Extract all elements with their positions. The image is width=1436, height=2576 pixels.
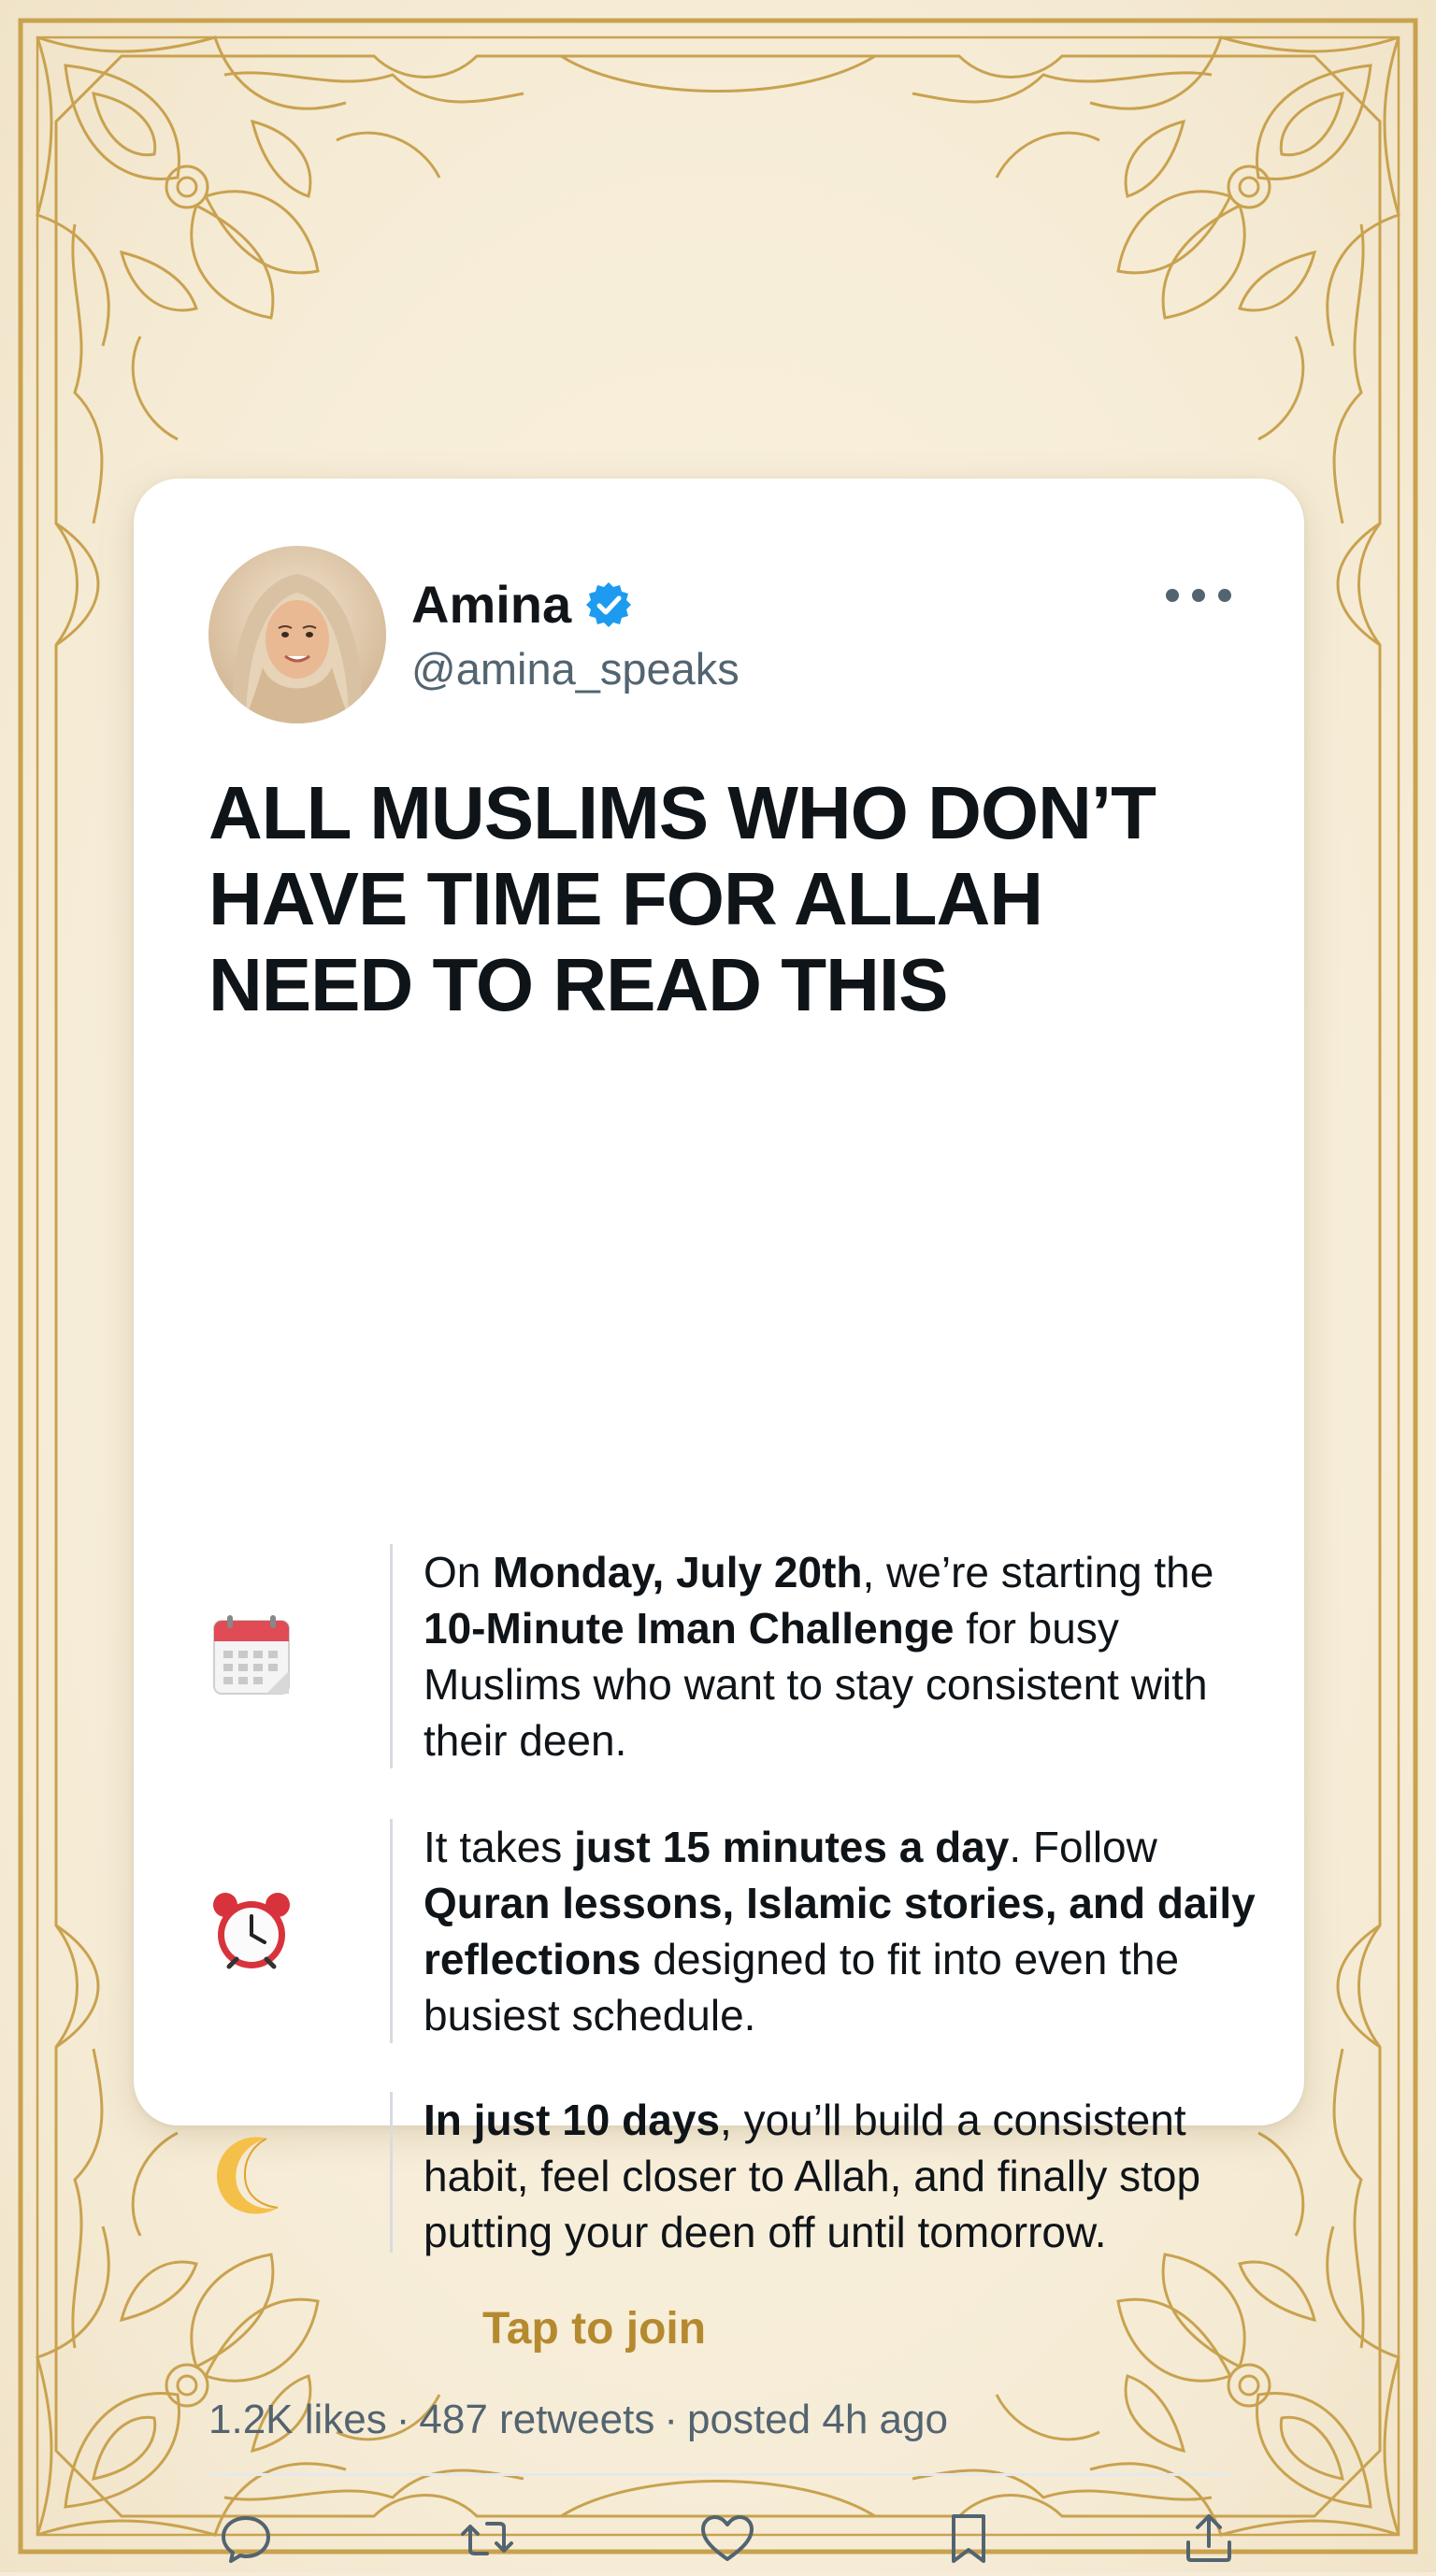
author-handle[interactable]: @amina_speaks	[411, 643, 740, 694]
alarm-clock-icon	[208, 1888, 294, 1974]
reply-icon	[222, 2516, 270, 2563]
emphasis-text: just 15 minutes a day	[574, 1823, 1010, 1871]
body-text: It takes	[424, 1823, 575, 1871]
item-divider	[390, 2092, 393, 2253]
like-button[interactable]	[690, 2501, 765, 2576]
item-text: On Monday, July 20th, we’re starting the…	[424, 1544, 1284, 1768]
post-headline: ALL MUSLIMS WHO DON’T HAVE TIME FOR ALLA…	[208, 771, 1156, 1026]
list-item: It takes just 15 minutes a day. Follow Q…	[208, 1819, 1256, 2043]
posted-time: posted 4h ago	[687, 2397, 948, 2442]
body-text: On	[424, 1548, 494, 1596]
body-text: . Follow	[1009, 1823, 1157, 1871]
retweet-button[interactable]	[450, 2501, 524, 2576]
more-options-icon[interactable]	[1166, 581, 1231, 609]
share-button[interactable]	[1171, 2501, 1246, 2576]
reply-button[interactable]	[208, 2501, 283, 2576]
calendar-icon	[208, 1611, 294, 1697]
retweets-count[interactable]: 487 retweets	[419, 2397, 654, 2443]
share-icon	[1186, 2514, 1231, 2562]
heart-icon	[701, 2515, 754, 2561]
post-card: Amina @amina_speaks ALL MUSLIMS WHO DON’…	[134, 479, 1304, 2563]
stats-separator: ·	[395, 2397, 410, 2442]
author-name[interactable]: Amina	[411, 574, 571, 635]
crescent-moon-icon	[208, 2131, 294, 2217]
likes-count[interactable]: 1.2K likes	[208, 2397, 387, 2443]
item-divider	[390, 1544, 393, 1768]
post-stats: 1.2K likes · 487 retweets · posted 4h ag…	[208, 2397, 948, 2443]
stats-separator: ·	[664, 2397, 679, 2442]
avatar[interactable]	[208, 546, 386, 723]
item-text: In just 10 days, you’ll build a consiste…	[424, 2092, 1284, 2260]
item-divider	[390, 1819, 393, 2043]
action-bar	[208, 2501, 1246, 2576]
author-row: Amina	[411, 574, 633, 635]
bookmark-button[interactable]	[931, 2501, 1006, 2576]
divider	[208, 2473, 1229, 2476]
emphasis-text: 10-Minute Iman Challenge	[424, 1604, 955, 1653]
list-item: On Monday, July 20th, we’re starting the…	[208, 1544, 1246, 1768]
avatar-image	[208, 546, 386, 723]
emphasis-text: Monday, July 20th	[493, 1548, 863, 1596]
item-text: It takes just 15 minutes a day. Follow Q…	[424, 1819, 1284, 2043]
body-text: , we’re starting the	[862, 1548, 1214, 1596]
bookmark-icon	[951, 2514, 985, 2563]
retweet-icon	[460, 2522, 513, 2555]
tap-to-join-link[interactable]: Tap to join	[482, 2303, 706, 2354]
list-item: In just 10 days, you’ll build a consiste…	[208, 2092, 1246, 2260]
verified-badge-icon	[584, 580, 633, 629]
emphasis-text: In just 10 days	[424, 2096, 721, 2144]
